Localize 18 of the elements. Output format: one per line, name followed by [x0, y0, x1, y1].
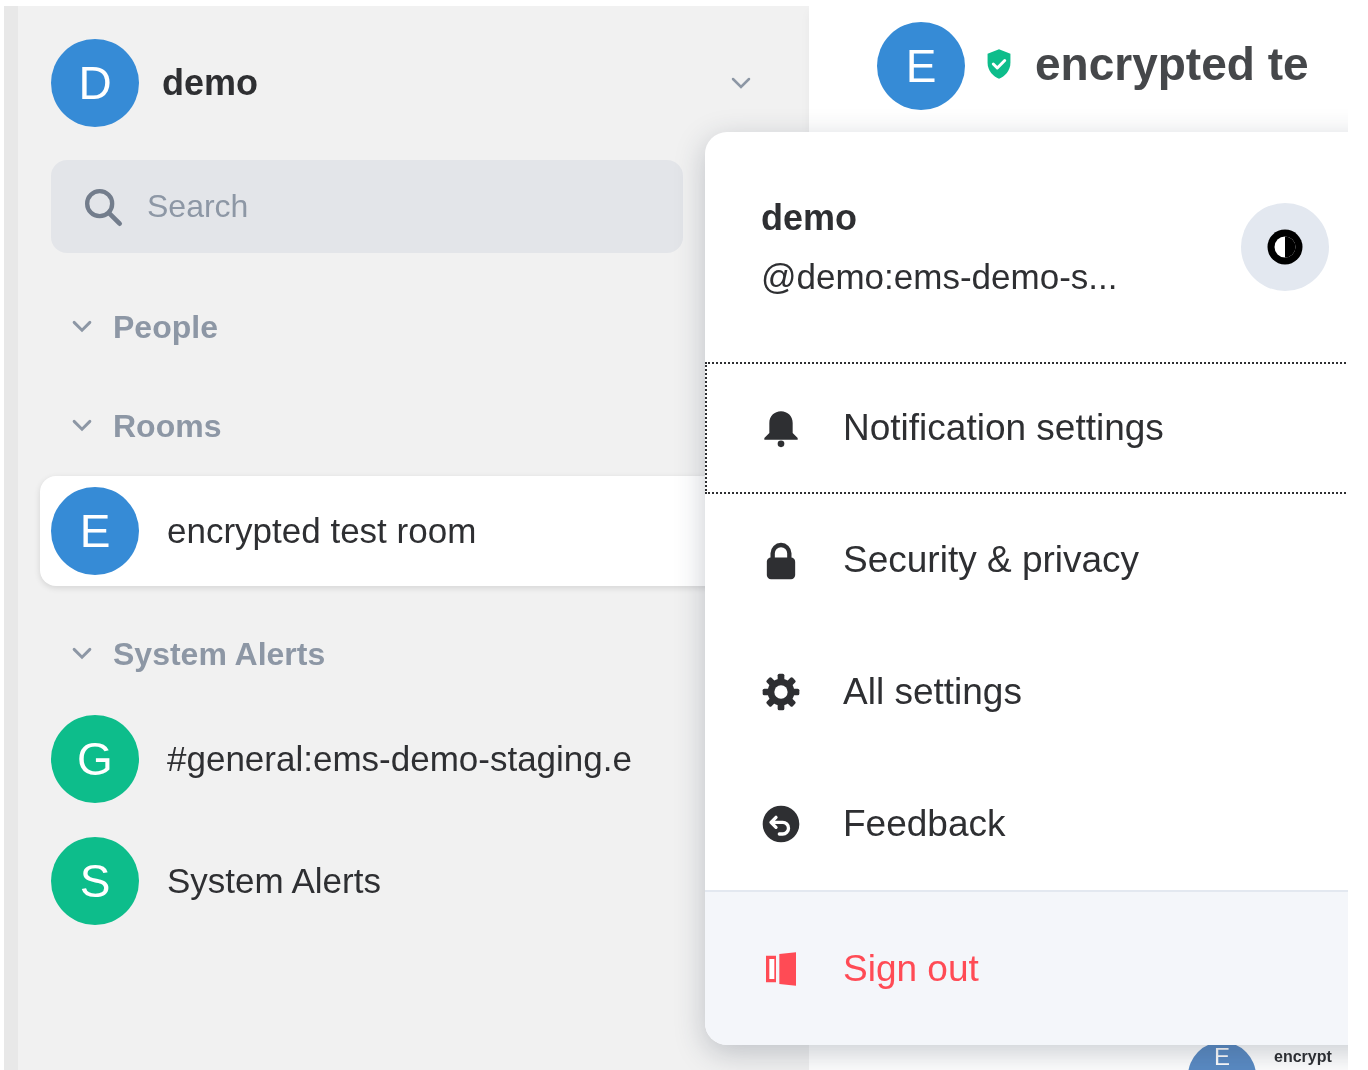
room-avatar: S	[51, 837, 139, 925]
sender-name: encrypt	[1274, 1048, 1332, 1066]
room-avatar: G	[51, 715, 139, 803]
room-title: encrypted te	[1035, 37, 1309, 91]
user-avatar[interactable]: D	[51, 39, 139, 127]
bell-icon	[761, 408, 801, 448]
search-field[interactable]: Search	[51, 160, 683, 253]
room-name: System Alerts	[167, 861, 381, 901]
room-name: #general:ems-demo-staging.e	[167, 739, 632, 779]
account-name[interactable]: demo	[162, 62, 258, 104]
display-name: demo	[761, 197, 858, 239]
user-id: @demo:ems-demo-s...	[761, 257, 1119, 297]
room-avatar: E	[51, 487, 139, 575]
search-icon	[83, 187, 123, 227]
chevron-down-icon	[731, 77, 751, 89]
gear-icon	[761, 672, 801, 712]
room-name: encrypted test room	[167, 511, 477, 551]
room-avatar[interactable]: E	[877, 22, 965, 110]
